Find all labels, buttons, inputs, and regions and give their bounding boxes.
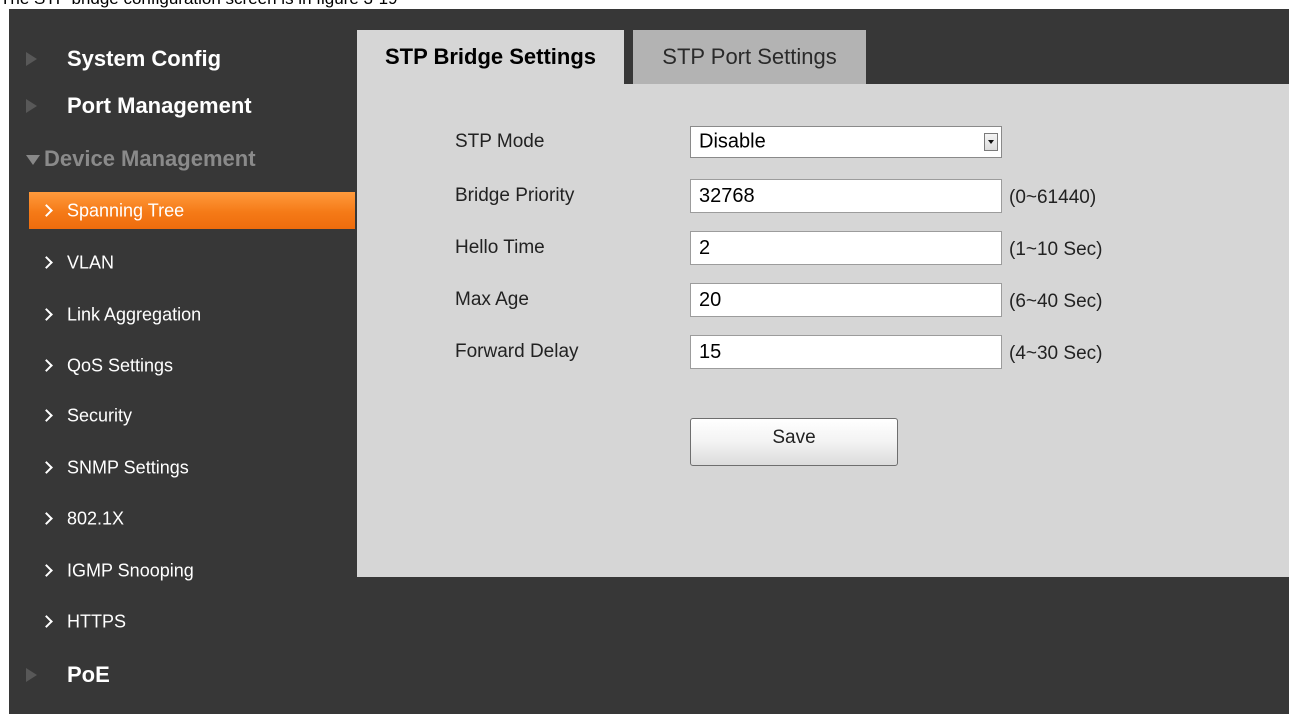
sidebar-item-vlan[interactable]: VLAN <box>29 244 355 281</box>
sidebar-item-label: Spanning Tree <box>67 200 185 220</box>
menu-device-management[interactable]: Device Management <box>9 133 355 185</box>
forward-delay-label: Forward Delay <box>455 341 579 362</box>
triangle-right-icon <box>26 668 37 682</box>
switch-web-ui: System Config Port Management Device Man… <box>9 9 1289 714</box>
sidebar-item-label: IGMP Snooping <box>67 560 194 580</box>
sidebar-item-snmp-settings[interactable]: SNMP Settings <box>29 449 355 486</box>
chevron-right-icon <box>40 307 53 321</box>
sidebar-item-label: HTTPS <box>67 611 127 631</box>
hello-time-range: (1~10 Sec) <box>1009 239 1103 260</box>
dropdown-arrow-icon[interactable] <box>984 133 998 151</box>
chevron-right-icon <box>40 203 53 217</box>
bridge-priority-label: Bridge Priority <box>455 185 575 206</box>
menu-poe[interactable]: PoE <box>9 649 355 701</box>
forward-delay-input[interactable] <box>690 335 1002 369</box>
sidebar-item-igmp-snooping[interactable]: IGMP Snooping <box>29 552 355 589</box>
triangle-right-icon <box>26 99 37 113</box>
menu-label: PoE <box>67 662 110 687</box>
menu-port-management[interactable]: Port Management <box>9 80 355 132</box>
chevron-right-icon <box>40 358 53 372</box>
hello-time-label: Hello Time <box>455 237 545 258</box>
chevron-right-icon <box>40 460 53 474</box>
max-age-range: (6~40 Sec) <box>1009 291 1103 312</box>
max-age-label: Max Age <box>455 289 529 310</box>
menu-label: System Config <box>67 46 222 71</box>
menu-label: Port Management <box>67 93 252 118</box>
sidebar-item-label: SNMP Settings <box>67 457 189 477</box>
tab-stp-port-settings[interactable]: STP Port Settings <box>633 30 866 84</box>
sidebar: System Config Port Management Device Man… <box>9 9 357 714</box>
chevron-right-icon <box>40 408 53 422</box>
stp-mode-value: Disable <box>699 130 766 153</box>
stp-mode-select[interactable]: Disable <box>690 126 1002 158</box>
figure-caption: The STP bridge configuration screen is i… <box>0 0 398 9</box>
sidebar-item-label: Security <box>67 405 133 425</box>
chevron-right-icon <box>40 255 53 269</box>
chevron-right-icon <box>40 614 53 628</box>
chevron-right-icon <box>40 563 53 577</box>
sidebar-item-802-1x[interactable]: 802.1X <box>29 500 355 537</box>
bridge-priority-range: (0~61440) <box>1009 187 1097 208</box>
bridge-priority-input[interactable] <box>690 179 1002 213</box>
sidebar-item-label: 802.1X <box>67 508 125 528</box>
save-button[interactable]: Save <box>690 418 898 466</box>
sidebar-item-label: VLAN <box>67 252 115 272</box>
sidebar-item-label: QoS Settings <box>67 355 174 375</box>
forward-delay-range: (4~30 Sec) <box>1009 343 1103 364</box>
max-age-input[interactable] <box>690 283 1002 317</box>
chevron-right-icon <box>40 511 53 525</box>
sidebar-item-label: Link Aggregation <box>67 304 202 324</box>
menu-system-config[interactable]: System Config <box>9 33 355 85</box>
tab-stp-bridge-settings[interactable]: STP Bridge Settings <box>357 30 624 84</box>
sidebar-item-link-aggregation[interactable]: Link Aggregation <box>29 296 355 333</box>
triangle-down-icon <box>26 155 40 165</box>
sidebar-item-security[interactable]: Security <box>29 397 355 434</box>
stp-bridge-settings-panel: STP Mode Disable Bridge Priority (0~6144… <box>357 84 1289 577</box>
stp-mode-label: STP Mode <box>455 131 545 152</box>
sidebar-item-https[interactable]: HTTPS <box>29 603 355 640</box>
sidebar-item-qos-settings[interactable]: QoS Settings <box>29 347 355 384</box>
triangle-right-icon <box>26 52 37 66</box>
menu-label: Device Management <box>44 146 256 171</box>
hello-time-input[interactable] <box>690 231 1002 265</box>
sidebar-item-spanning-tree[interactable]: Spanning Tree <box>29 192 355 229</box>
